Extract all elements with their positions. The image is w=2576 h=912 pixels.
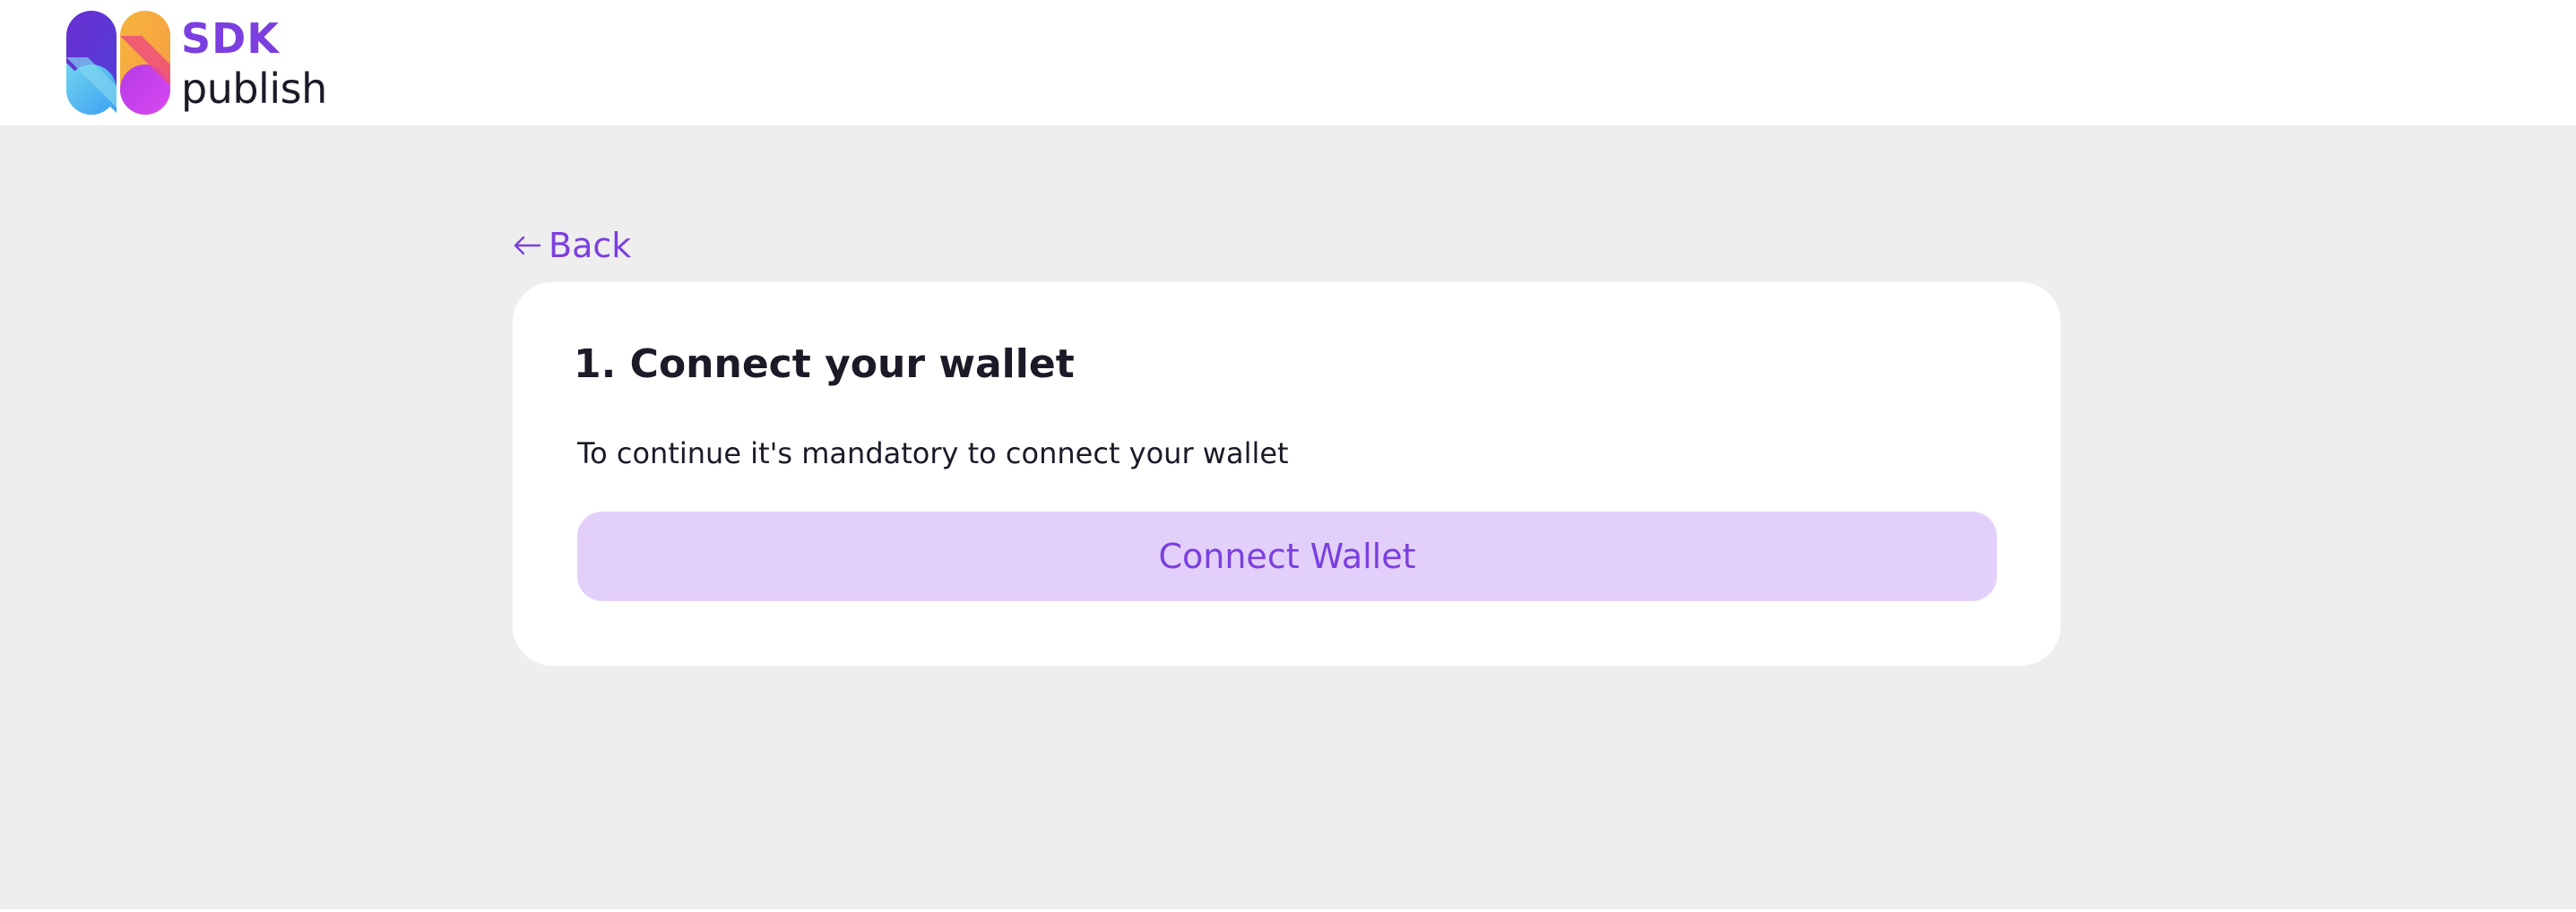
brand-logo[interactable]: SDK publish bbox=[66, 11, 327, 115]
connect-wallet-card: 1. Connect your wallet To continue it's … bbox=[513, 282, 2061, 666]
step-description: To continue it's mandatory to connect yo… bbox=[577, 436, 1289, 470]
connect-wallet-button[interactable]: Connect Wallet bbox=[577, 512, 1997, 601]
top-header: SDK publish bbox=[0, 0, 2576, 126]
brand-name-bottom: publish bbox=[181, 65, 327, 113]
sdk-publish-logo-icon bbox=[66, 11, 170, 115]
brand-wordmark: SDK publish bbox=[181, 11, 327, 109]
arrow-left-icon bbox=[514, 236, 541, 255]
step-title: 1. Connect your wallet bbox=[574, 341, 1075, 387]
back-link[interactable]: Back bbox=[513, 226, 631, 265]
back-label: Back bbox=[549, 226, 632, 265]
brand-name-top: SDK bbox=[181, 14, 280, 63]
